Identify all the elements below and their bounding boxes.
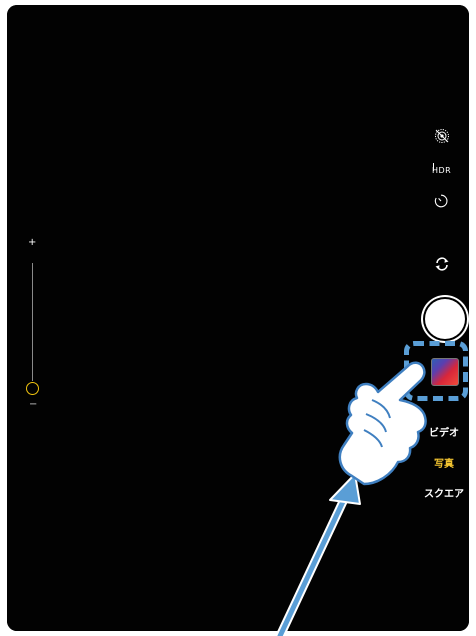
zoom-slider-track[interactable] xyxy=(32,263,33,381)
hdr-off-slash-icon xyxy=(433,163,434,171)
hdr-label: HDR xyxy=(432,166,452,175)
mode-photo[interactable]: 写真 xyxy=(434,455,454,470)
mode-video[interactable]: ビデオ xyxy=(429,424,459,439)
zoom-slider-knob[interactable] xyxy=(26,382,39,395)
mode-square[interactable]: スクエア xyxy=(424,485,464,500)
camera-screen: + − xyxy=(7,5,469,631)
shutter-button[interactable] xyxy=(425,299,465,339)
switch-camera-icon[interactable] xyxy=(434,256,450,276)
hdr-toggle[interactable]: HDR xyxy=(432,163,452,175)
thumbnail-highlight-box xyxy=(404,341,468,401)
live-photo-off-icon[interactable] xyxy=(434,128,450,148)
viewfinder[interactable] xyxy=(7,5,469,631)
timer-icon[interactable] xyxy=(434,193,448,212)
zoom-minus-label[interactable]: − xyxy=(29,400,37,410)
zoom-plus-label[interactable]: + xyxy=(28,238,36,248)
